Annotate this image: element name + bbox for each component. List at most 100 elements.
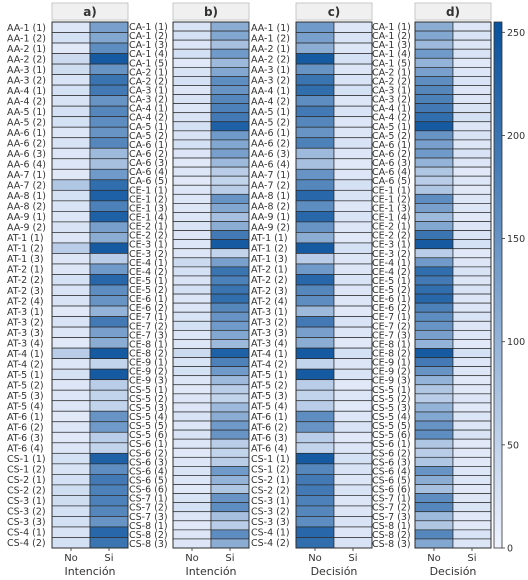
heatmap-cell xyxy=(172,393,212,404)
heatmap-cell xyxy=(452,511,492,522)
colorbar-gradient xyxy=(493,21,503,549)
heatmap-cell xyxy=(172,293,212,304)
row-label: CS-3 (2) xyxy=(251,507,290,518)
x-axis-label: Intención xyxy=(64,565,115,578)
heatmap-cell xyxy=(452,293,492,304)
row-label: CS-3 (1) xyxy=(7,496,46,507)
heatmap-cell xyxy=(452,420,492,431)
heatmap-cell xyxy=(414,320,454,331)
heatmap-cell xyxy=(51,284,91,296)
heatmap-cell xyxy=(333,347,373,359)
heatmap-cell xyxy=(414,520,454,531)
row-label: CS-1 (2) xyxy=(7,465,46,476)
heatmap-cell xyxy=(89,389,129,402)
heatmap-cell xyxy=(295,168,335,181)
heatmap-cell xyxy=(295,189,335,202)
heatmap-cell xyxy=(210,393,250,404)
heatmap-cell xyxy=(89,168,129,181)
heatmap-cell xyxy=(295,179,335,191)
heatmap-cell xyxy=(51,189,91,202)
heatmap-cell xyxy=(172,420,212,431)
heatmap-cell xyxy=(295,242,335,254)
heatmap-cell xyxy=(51,95,91,107)
row-label: AT-5 (2) xyxy=(7,380,44,391)
heatmap-cell xyxy=(210,384,250,395)
heatmap-cell xyxy=(89,253,129,265)
heatmap-cell xyxy=(172,66,212,77)
heatmap-cell xyxy=(333,358,373,370)
heatmap-cell xyxy=(210,39,250,50)
row-label: AT-2 (1) xyxy=(251,265,288,276)
heatmap-cell xyxy=(414,329,454,340)
heatmap-cell xyxy=(452,48,492,59)
heatmap-cell xyxy=(295,400,335,412)
row-label: AT-5 (2) xyxy=(251,380,288,391)
heatmap-cell xyxy=(452,230,492,241)
heatmap-cell xyxy=(295,284,335,296)
heatmap-cell xyxy=(51,295,91,307)
heatmap-cell xyxy=(414,366,454,377)
heatmap-cell xyxy=(89,242,129,254)
panel-1: AA-1 (1)AA-1 (2)AA-2 (1)AA-2 (2)AA-3 (1)… xyxy=(7,2,129,578)
heatmap-cell xyxy=(51,200,91,212)
heatmap-cell xyxy=(51,53,91,65)
heatmap-cell xyxy=(89,284,129,296)
heatmap-cell xyxy=(295,452,335,465)
heatmap-cell xyxy=(414,203,454,213)
heatmap-cell xyxy=(414,39,454,50)
heatmap-cell xyxy=(172,329,212,340)
heatmap-cell xyxy=(414,221,454,231)
heatmap-cell xyxy=(414,30,454,41)
heatmap-cell xyxy=(51,74,91,86)
row-label: AA-9 (2) xyxy=(251,223,290,234)
heatmap-cell xyxy=(414,447,454,458)
heatmap-cell xyxy=(452,429,492,440)
heatmap-cell xyxy=(210,275,250,286)
heatmap-cell xyxy=(452,239,492,250)
heatmap-cell xyxy=(414,484,454,494)
row-label: AA-8 (1) xyxy=(251,191,290,202)
heatmap-cell xyxy=(51,337,91,349)
heatmap-cell xyxy=(333,42,373,54)
row-label: AT-5 (3) xyxy=(251,391,288,402)
heatmap-cell xyxy=(414,502,454,513)
heatmap-cell xyxy=(333,474,373,486)
heatmap-cell xyxy=(172,266,212,277)
heatmap-cell xyxy=(210,484,250,494)
heatmap-cell xyxy=(414,76,454,86)
heatmap-cell xyxy=(210,311,250,322)
heatmap-cell xyxy=(452,266,492,277)
heatmap-cell xyxy=(51,105,91,118)
heatmap-cell xyxy=(172,320,212,331)
row-label: AT-1 (2) xyxy=(251,244,288,255)
heatmap-cell xyxy=(210,121,250,132)
heatmap-cell xyxy=(210,148,250,159)
heatmap-cell xyxy=(210,30,250,41)
heatmap-cell xyxy=(414,493,454,504)
heatmap-cell xyxy=(295,126,335,139)
heatmap-cell xyxy=(89,516,129,528)
heatmap-cell xyxy=(89,232,129,244)
row-label: CS-4 (2) xyxy=(7,538,46,549)
heatmap-cell xyxy=(210,466,250,476)
row-label: AA-6 (4) xyxy=(251,160,290,171)
heatmap-cell xyxy=(51,410,91,423)
heatmap-cell xyxy=(51,495,91,507)
heatmap-cell xyxy=(172,30,212,41)
heatmap-cell xyxy=(172,411,212,422)
row-label: CS-4 (1) xyxy=(251,528,290,539)
heatmap-cell xyxy=(333,189,373,202)
heatmap-cell xyxy=(295,410,335,423)
heatmap-cell xyxy=(89,105,129,118)
heatmap-cell xyxy=(210,475,250,485)
row-label: AA-3 (2) xyxy=(251,75,290,86)
heatmap-cell xyxy=(172,221,212,231)
row-label: AT-6 (1) xyxy=(7,412,44,423)
heatmap-cell xyxy=(210,447,250,458)
row-label: AT-3 (2) xyxy=(7,317,44,328)
row-label: AT-5 (1) xyxy=(251,370,288,381)
heatmap-cell xyxy=(333,389,373,402)
heatmap-cell xyxy=(414,311,454,322)
heatmap-cell xyxy=(210,266,250,277)
heatmap-cell xyxy=(89,53,129,65)
